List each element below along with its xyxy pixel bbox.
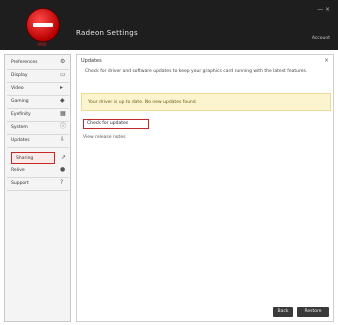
footer-buttons: Back Restore xyxy=(269,307,329,317)
sidebar-item-label: Eyefinity xyxy=(11,112,31,117)
share-icon: ↗ xyxy=(61,154,67,161)
gear-icon: ⚙ xyxy=(60,58,66,65)
sidebar-item-label: Sharing xyxy=(16,156,34,161)
sidebar-item-relive[interactable]: Relive ● xyxy=(7,165,69,178)
app-title: Radeon Settings xyxy=(76,29,138,37)
grid-icon: ▦ xyxy=(60,110,66,117)
content-panel: Updates × Check for driver and software … xyxy=(76,54,334,322)
sidebar-item-preferences[interactable]: Preferences ⚙ xyxy=(7,57,69,70)
status-notice: Your driver is up to date. No new update… xyxy=(81,93,331,111)
sidebar-item-label: Display xyxy=(11,73,28,78)
release-notes-link[interactable]: View release notes xyxy=(83,135,125,140)
gamepad-icon: ◆ xyxy=(60,97,65,104)
panel-description: Check for driver and software updates to… xyxy=(85,69,308,74)
restore-button[interactable]: Restore xyxy=(297,307,329,317)
help-icon: ? xyxy=(60,179,64,186)
sidebar-item-label: System xyxy=(11,125,28,130)
close-icon[interactable]: × xyxy=(324,57,329,64)
sidebar-item-display[interactable]: Display ▭ xyxy=(7,70,69,83)
title-bar: AMD Radeon Settings — × Account xyxy=(0,0,338,50)
sidebar: Preferences ⚙ Display ▭ Video ▸ Gaming ◆… xyxy=(4,54,71,322)
monitor-icon: ▭ xyxy=(60,71,66,78)
window-controls[interactable]: — × xyxy=(317,6,330,13)
back-button[interactable]: Back xyxy=(273,307,293,317)
sidebar-item-label: Updates xyxy=(11,138,30,143)
logo-label: AMD xyxy=(37,42,47,47)
sidebar-item-eyefinity[interactable]: Eyefinity ▦ xyxy=(7,109,69,122)
info-icon: ⓘ xyxy=(60,123,67,130)
sidebar-item-label: Gaming xyxy=(11,99,29,104)
sidebar-item-support[interactable]: Support ? xyxy=(7,178,69,191)
play-icon: ▸ xyxy=(60,84,64,91)
sidebar-item-video[interactable]: Video ▸ xyxy=(7,83,69,96)
record-icon: ● xyxy=(60,166,66,173)
sidebar-item-sharing[interactable]: Sharing xyxy=(11,152,55,164)
check-updates-button[interactable]: Check for updates xyxy=(83,119,149,129)
radeon-logo-icon xyxy=(26,8,60,42)
panel-title: Updates xyxy=(81,58,102,64)
sidebar-item-system[interactable]: System ⓘ xyxy=(7,122,69,135)
notice-text: Your driver is up to date. No new update… xyxy=(88,100,198,105)
download-icon: ⇩ xyxy=(60,136,66,143)
sidebar-item-label: Video xyxy=(11,86,24,91)
sidebar-item-label: Preferences xyxy=(11,60,38,65)
sidebar-item-label: Support xyxy=(11,181,29,186)
sidebar-item-updates[interactable]: Updates ⇩ xyxy=(7,135,69,148)
application-window: AMD Radeon Settings — × Account Preferen… xyxy=(0,0,338,325)
account-link[interactable]: Account xyxy=(312,36,330,41)
sidebar-item-label: Relive xyxy=(11,168,25,173)
sidebar-item-gaming[interactable]: Gaming ◆ xyxy=(7,96,69,109)
